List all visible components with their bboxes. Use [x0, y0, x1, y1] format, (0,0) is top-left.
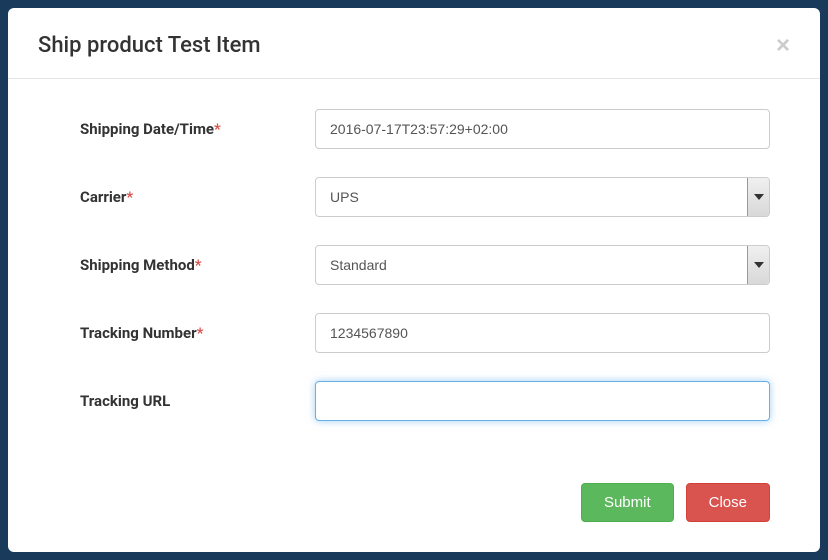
- close-button[interactable]: Close: [686, 483, 770, 522]
- required-mark: *: [126, 188, 133, 206]
- modal-footer: Submit Close: [8, 483, 820, 552]
- tracking-url-row: Tracking URL: [80, 381, 770, 421]
- carrier-label: Carrier*: [80, 188, 315, 206]
- modal-title: Ship product Test Item: [38, 33, 261, 58]
- modal-body: Shipping Date/Time* Carrier* UPS Shippin…: [8, 79, 820, 483]
- carrier-row: Carrier* UPS: [80, 177, 770, 217]
- label-text: Shipping Method: [80, 256, 195, 274]
- close-icon[interactable]: ×: [776, 34, 790, 58]
- required-mark: *: [197, 324, 204, 342]
- tracking-number-input[interactable]: [315, 313, 770, 353]
- label-text: Carrier: [80, 188, 126, 206]
- required-mark: *: [214, 120, 221, 138]
- tracking-number-label: Tracking Number*: [80, 324, 315, 342]
- carrier-select[interactable]: UPS: [315, 177, 770, 217]
- submit-button[interactable]: Submit: [581, 483, 674, 522]
- ship-product-modal: Ship product Test Item × Shipping Date/T…: [8, 8, 820, 552]
- shipping-method-select[interactable]: Standard: [315, 245, 770, 285]
- required-mark: *: [195, 256, 202, 274]
- carrier-select-wrap: UPS: [315, 177, 770, 217]
- tracking-url-label: Tracking URL: [80, 392, 315, 410]
- shipping-date-row: Shipping Date/Time*: [80, 109, 770, 149]
- shipping-method-row: Shipping Method* Standard: [80, 245, 770, 285]
- label-text: Tracking URL: [80, 392, 170, 410]
- shipping-date-input[interactable]: [315, 109, 770, 149]
- shipping-method-label: Shipping Method*: [80, 256, 315, 274]
- tracking-number-row: Tracking Number*: [80, 313, 770, 353]
- tracking-url-input[interactable]: [315, 381, 770, 421]
- shipping-date-label: Shipping Date/Time*: [80, 120, 315, 138]
- label-text: Shipping Date/Time: [80, 120, 214, 138]
- shipping-method-select-wrap: Standard: [315, 245, 770, 285]
- modal-header: Ship product Test Item ×: [8, 8, 820, 79]
- label-text: Tracking Number: [80, 324, 197, 342]
